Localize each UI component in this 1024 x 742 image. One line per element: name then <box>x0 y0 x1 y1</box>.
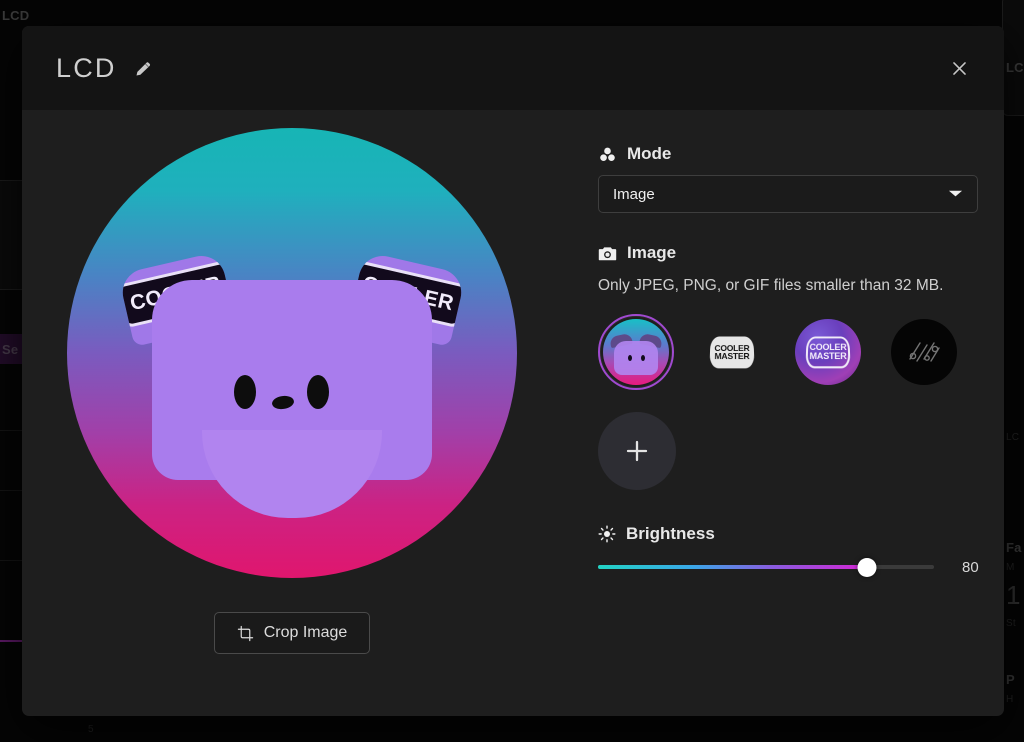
bg-text-fragment: M <box>1006 562 1015 573</box>
dialog-body: COOLER COOLER <box>22 110 1004 716</box>
thumbnail-image: COOLER MASTER <box>795 319 861 386</box>
close-button[interactable] <box>942 51 976 85</box>
mode-selected-value: Image <box>613 185 655 203</box>
diagonal-pattern-icon <box>909 342 940 362</box>
image-label: Image <box>627 243 677 262</box>
thumb-cooler-master-white[interactable]: COOLER MASTER <box>694 314 770 390</box>
brightness-slider[interactable] <box>598 557 934 577</box>
bg-text-fragment: 5 <box>88 724 94 735</box>
slider-handle[interactable] <box>857 557 877 577</box>
pencil-icon[interactable] <box>133 58 154 79</box>
controls-column: Mode Image Image Only JPEG, PNG, or GIF … <box>562 110 1004 716</box>
page-title: LCD <box>56 52 117 83</box>
bear-muzzle <box>202 430 382 518</box>
bg-text-fragment: Fa <box>1006 540 1022 555</box>
slider-fill <box>598 565 867 570</box>
palette-icon <box>600 147 615 161</box>
mode-label: Mode <box>627 144 672 163</box>
sun-icon <box>598 525 616 543</box>
mode-section-label: Mode <box>598 144 992 164</box>
bg-text-fragment: LC <box>1006 60 1024 75</box>
brightness-section-label: Brightness <box>598 524 992 544</box>
plus-icon <box>626 440 648 462</box>
logo-line-2: MASTER <box>714 351 750 362</box>
bg-text-fragment: P <box>1006 672 1015 687</box>
bg-panel-right <box>1002 0 1024 116</box>
image-helper-text: Only JPEG, PNG, or GIF files smaller tha… <box>598 277 944 294</box>
mini-head <box>614 341 658 376</box>
close-icon <box>952 61 966 75</box>
brightness-label: Brightness <box>626 524 715 544</box>
mini-eye-right <box>641 355 645 362</box>
thumb-cooler-master-purple[interactable]: COOLER MASTER <box>790 314 866 390</box>
bear-eye-left <box>234 375 256 409</box>
bear-eye-right <box>307 375 329 409</box>
crop-icon <box>237 625 253 641</box>
cooler-master-logo: COOLER MASTER <box>709 336 755 369</box>
thumb-cooler-master-bear[interactable] <box>598 314 674 391</box>
lcd-settings-dialog: LCD COOLER <box>22 26 1004 716</box>
mini-eye-left <box>628 355 632 362</box>
bg-text-fragment: 1 <box>1006 580 1021 610</box>
crop-image-label: Crop Image <box>263 624 348 641</box>
camera-icon <box>598 246 617 260</box>
brightness-section: Brightness 80 <box>598 524 992 577</box>
thumbnail-image <box>603 319 669 386</box>
brightness-slider-row: 80 <box>598 557 992 577</box>
thumb-pattern-dark[interactable] <box>886 314 962 390</box>
crop-image-button[interactable]: Crop Image <box>213 612 371 654</box>
screen: LCD Se 5 LC LC Fa M 1 St P H LCD Crop Im… <box>0 0 1024 742</box>
bg-text-fragment: St <box>1006 618 1016 629</box>
image-thumbnail-list: COOLER MASTER COOLER MASTER <box>598 314 992 391</box>
bg-text-fragment: LCD <box>2 8 30 23</box>
logo-line-2: MASTER <box>809 351 847 362</box>
chevron-down-icon <box>948 186 963 203</box>
thumbnail-image <box>891 319 957 386</box>
thumbnail-image: COOLER MASTER <box>699 319 765 385</box>
cooler-master-logo: COOLER MASTER <box>805 336 851 369</box>
bg-text-fragment: H <box>1006 694 1014 705</box>
add-image-button[interactable] <box>598 412 676 491</box>
dialog-header: LCD <box>22 26 1004 110</box>
mode-select[interactable]: Image <box>598 175 978 213</box>
image-section-label: Image <box>598 243 992 263</box>
bg-text-fragment: Se <box>2 342 19 357</box>
bg-text-fragment: LC <box>1006 432 1020 443</box>
preview-column: COOLER COOLER <box>22 110 562 716</box>
lcd-preview: COOLER COOLER <box>67 128 517 578</box>
brightness-value: 80 <box>962 558 979 576</box>
